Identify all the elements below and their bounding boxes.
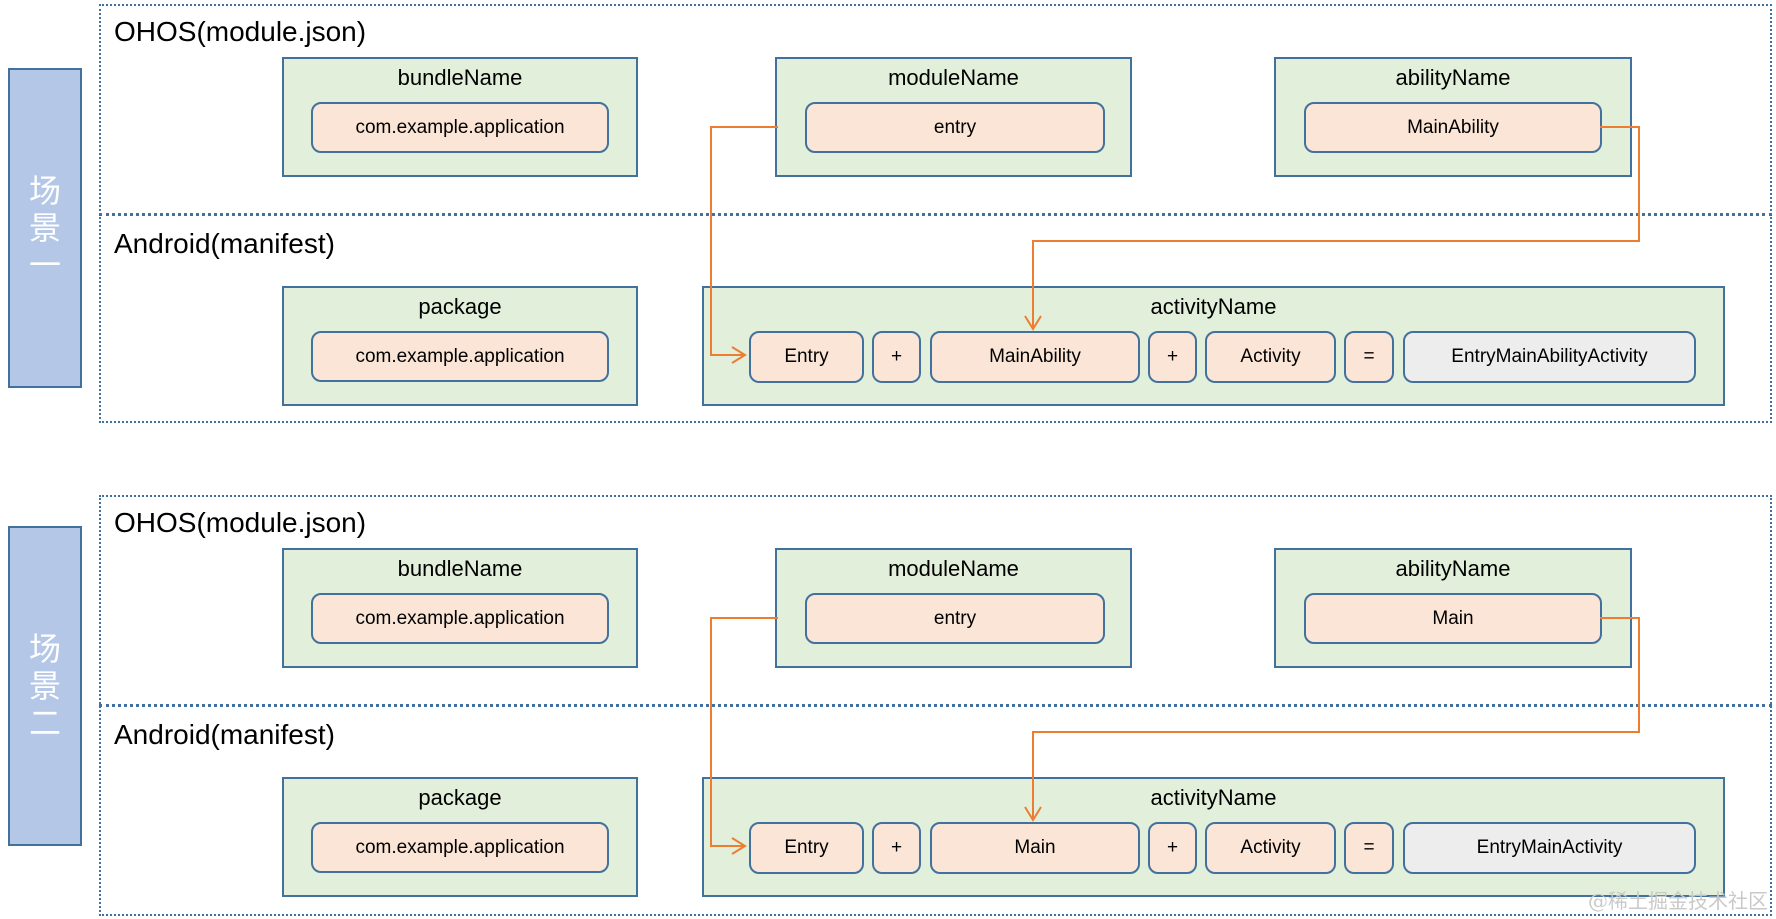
ohos-section-title: OHOS(module.json)	[114, 507, 367, 538]
activity-result: EntryMainActivity	[1403, 822, 1696, 874]
bundle-name-box: bundleName com.example.application	[282, 57, 638, 177]
section-divider	[99, 704, 1772, 707]
bundle-name-label: bundleName	[397, 556, 523, 581]
ability-name-label: abilityName	[1395, 65, 1511, 90]
scenario-label-char: 景	[28, 208, 61, 247]
scenario-2: 场 景 二 OHOS(module.json) bundleName com.e…	[0, 495, 1776, 919]
watermark: @稀土掘金技术社区	[1588, 889, 1768, 913]
package-label: package	[418, 294, 502, 319]
module-name-label: moduleName	[888, 556, 1019, 581]
activity-part-ability: MainAbility	[930, 331, 1140, 383]
activity-name-label: activityName	[1150, 294, 1277, 319]
ability-name-value: MainAbility	[1304, 102, 1602, 153]
module-name-label: moduleName	[888, 65, 1019, 90]
scenario-label-char: 场	[28, 171, 61, 210]
activity-part-suffix: Activity	[1205, 822, 1336, 874]
scenario-1: 场 景 一 OHOS(module.json) bundleName com.e…	[0, 4, 1776, 428]
activity-operator-plus: +	[1148, 331, 1197, 383]
activity-operator-equals: =	[1344, 331, 1394, 383]
android-section-title: Android(manifest)	[114, 228, 335, 259]
ability-name-box: abilityName Main	[1274, 548, 1632, 668]
activity-operator-plus: +	[872, 331, 921, 383]
activity-part-ability: Main	[930, 822, 1140, 874]
package-box: package com.example.application	[282, 286, 638, 406]
scenario-label-char: 一	[28, 245, 61, 284]
module-name-box: moduleName entry	[775, 57, 1132, 177]
bundle-name-value: com.example.application	[311, 102, 609, 153]
package-value: com.example.application	[311, 331, 609, 382]
activity-part-suffix: Activity	[1205, 331, 1336, 383]
scenario-label-char: 景	[28, 666, 61, 705]
scenario-label-char: 二	[28, 703, 61, 742]
scenario-label: 场 景 二	[8, 526, 82, 846]
activity-name-label: activityName	[1150, 785, 1277, 810]
activity-part-entry: Entry	[749, 822, 864, 874]
package-value: com.example.application	[311, 822, 609, 873]
activity-operator-plus: +	[1148, 822, 1197, 874]
android-section-title: Android(manifest)	[114, 719, 335, 750]
ability-name-value: Main	[1304, 593, 1602, 644]
module-name-box: moduleName entry	[775, 548, 1132, 668]
section-divider	[99, 213, 1772, 216]
bundle-name-label: bundleName	[397, 65, 523, 90]
package-label: package	[418, 785, 502, 810]
module-name-value: entry	[805, 593, 1105, 644]
activity-part-entry: Entry	[749, 331, 864, 383]
bundle-name-box: bundleName com.example.application	[282, 548, 638, 668]
bundle-name-value: com.example.application	[311, 593, 609, 644]
scenario-label: 场 景 一	[8, 68, 82, 388]
activity-name-box: activityName Entry + Main + Activity = E…	[702, 777, 1725, 897]
package-box: package com.example.application	[282, 777, 638, 897]
scenario-label-char: 场	[28, 629, 61, 668]
activity-operator-plus: +	[872, 822, 921, 874]
activity-operator-equals: =	[1344, 822, 1394, 874]
ohos-section-title: OHOS(module.json)	[114, 16, 367, 47]
module-name-value: entry	[805, 102, 1105, 153]
activity-result: EntryMainAbilityActivity	[1403, 331, 1696, 383]
activity-name-box: activityName Entry + MainAbility + Activ…	[702, 286, 1725, 406]
ability-name-box: abilityName MainAbility	[1274, 57, 1632, 177]
ability-name-label: abilityName	[1395, 556, 1511, 581]
